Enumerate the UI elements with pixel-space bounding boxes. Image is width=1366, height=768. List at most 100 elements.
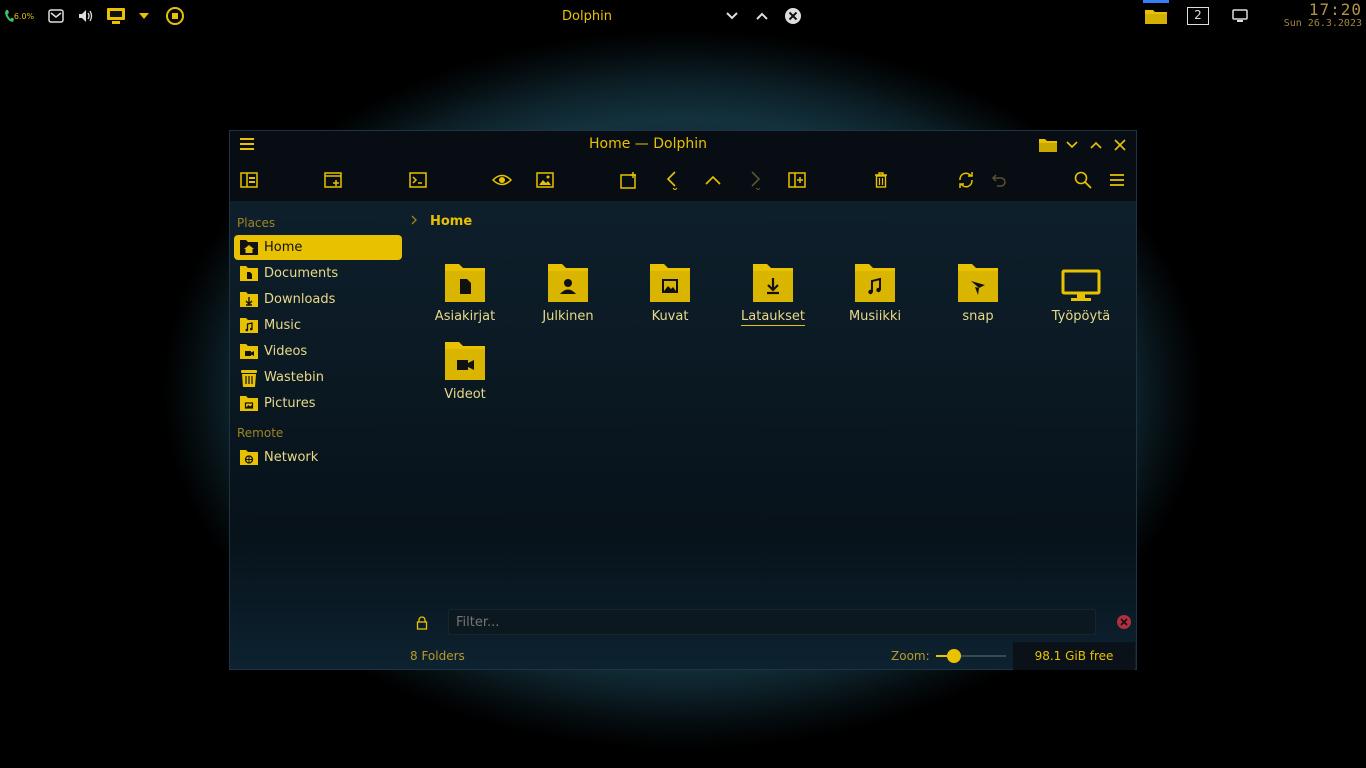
sidebar-item-music[interactable]: Music (234, 313, 402, 338)
documents-folder-icon (238, 264, 260, 284)
menu-icon[interactable] (1104, 167, 1130, 193)
sidebar-item-label: Videos (264, 344, 308, 359)
breadcrumb-current[interactable]: Home (430, 214, 472, 229)
folder-label: Lataukset (741, 309, 805, 326)
chevron-right-icon[interactable] (410, 214, 424, 228)
sidebar-item-label: Documents (264, 266, 339, 281)
network-folder-icon (238, 448, 260, 468)
folder-item[interactable]: Lataukset (723, 255, 823, 326)
split-view-icon[interactable] (784, 167, 810, 193)
forward-arrow-icon[interactable] (742, 167, 768, 193)
terminal-icon[interactable] (405, 167, 431, 193)
sidebar-item-home[interactable]: Home (234, 235, 402, 260)
phone-icon (4, 10, 14, 22)
sidebar-item-label: Pictures (264, 396, 316, 411)
trash-icon[interactable] (868, 167, 894, 193)
mail-icon[interactable] (46, 0, 66, 32)
filter-input[interactable] (448, 609, 1096, 635)
new-window-icon[interactable] (320, 167, 346, 193)
undo-icon[interactable] (986, 167, 1012, 193)
sidebar-item-videos[interactable]: Videos (234, 339, 402, 364)
snap-folder-icon (928, 255, 1028, 303)
main-toolbar (230, 159, 1136, 201)
folder-icon[interactable] (1038, 135, 1058, 155)
search-icon[interactable] (1070, 167, 1096, 193)
sidebar-item-downloads[interactable]: Downloads (234, 287, 402, 312)
folder-item[interactable]: Musiikki (825, 255, 925, 324)
battery-indicator[interactable]: 6.0% (3, 0, 35, 32)
zoom-slider-handle[interactable] (947, 649, 961, 663)
chevron-down-icon[interactable] (134, 0, 154, 32)
folder-label: Asiakirjat (434, 309, 496, 324)
minimize-icon[interactable] (1062, 135, 1082, 155)
top-panel: 6.0% Dolphin 2 17:20 Sun 26.3.2023 (0, 0, 1366, 32)
window-title: Home — Dolphin (588, 136, 707, 152)
image-icon[interactable] (532, 167, 558, 193)
sidebar-item-label: Music (264, 318, 301, 333)
folder-item[interactable]: Kuvat (620, 255, 720, 324)
free-space-indicator[interactable]: 98.1 GiB free (1013, 642, 1135, 670)
volume-icon[interactable] (76, 0, 96, 32)
folder-label: snap (962, 309, 994, 324)
folder-tray-icon[interactable] (1143, 0, 1169, 32)
record-icon[interactable] (164, 0, 186, 32)
videos-folder-icon (415, 333, 515, 381)
lock-icon[interactable] (416, 615, 428, 630)
folder-label: Kuvat (651, 309, 689, 324)
public-folder-icon (518, 255, 618, 303)
folder-item[interactable]: snap (928, 255, 1028, 324)
folder-label: Työpöytä (1051, 309, 1111, 324)
clock-date: Sun 26.3.2023 (1283, 18, 1362, 29)
sidebar-item-label: Home (264, 240, 303, 255)
sidebar-item-documents[interactable]: Documents (234, 261, 402, 286)
sidebar-item-network[interactable]: Network (234, 445, 402, 470)
folder-label: Julkinen (542, 309, 594, 324)
dolphin-window: Home — Dolphin Places Home Documents Dow… (229, 130, 1137, 670)
videos-folder-icon (238, 342, 260, 362)
chevron-up-icon[interactable] (752, 0, 772, 32)
clock-time: 17:20 (1308, 0, 1362, 19)
active-indicator (1143, 0, 1169, 3)
documents-folder-icon (415, 255, 515, 303)
folder-item[interactable]: Videot (415, 333, 515, 402)
folder-item[interactable]: Työpöytä (1031, 255, 1131, 324)
sidebar-item-wastebin[interactable]: Wastebin (234, 365, 402, 390)
zoom-label: Zoom: (891, 649, 930, 663)
breadcrumb[interactable]: Home (410, 213, 472, 229)
panels-icon[interactable] (236, 167, 262, 193)
clear-filter-icon[interactable] (1117, 615, 1131, 629)
taskbar-window-title[interactable]: Dolphin (540, 0, 634, 32)
places-panel: Places Home Documents Downloads Music Vi… (230, 201, 406, 601)
music-folder-icon (238, 316, 260, 336)
pictures-folder-icon (238, 394, 260, 414)
places-header: Places (237, 216, 276, 230)
folder-item[interactable]: Julkinen (518, 255, 618, 324)
workspace-switcher[interactable]: 2 (1186, 0, 1210, 32)
sidebar-item-pictures[interactable]: Pictures (234, 391, 402, 416)
monitor-icon[interactable] (1230, 0, 1250, 32)
window-titlebar[interactable]: Home — Dolphin (230, 131, 1136, 159)
display-icon[interactable] (104, 0, 128, 32)
music-folder-icon (825, 255, 925, 303)
sidebar-item-label: Wastebin (264, 370, 324, 385)
preview-eye-icon[interactable] (489, 167, 515, 193)
battery-percent: 6.0% (13, 11, 35, 21)
folder-count: 8 Folders (410, 649, 465, 663)
chevron-down-icon[interactable] (722, 0, 742, 32)
up-arrow-icon[interactable] (700, 167, 726, 193)
folder-label: Musiikki (848, 309, 902, 324)
clock[interactable]: 17:20 Sun 26.3.2023 (1262, 1, 1362, 30)
downloads-folder-icon (723, 255, 823, 303)
folder-label: Videot (444, 387, 486, 402)
back-arrow-icon[interactable] (659, 167, 685, 193)
zoom-slider[interactable] (936, 649, 1006, 663)
reload-icon[interactable] (953, 167, 979, 193)
close-icon[interactable] (1110, 135, 1130, 155)
close-icon[interactable] (782, 0, 804, 32)
sidebar-item-label: Downloads (264, 292, 336, 307)
workspace-number: 2 (1187, 7, 1209, 25)
pictures-folder-icon (620, 255, 720, 303)
maximize-icon[interactable] (1086, 135, 1106, 155)
new-folder-icon[interactable] (616, 167, 642, 193)
folder-item[interactable]: Asiakirjat (415, 255, 515, 324)
